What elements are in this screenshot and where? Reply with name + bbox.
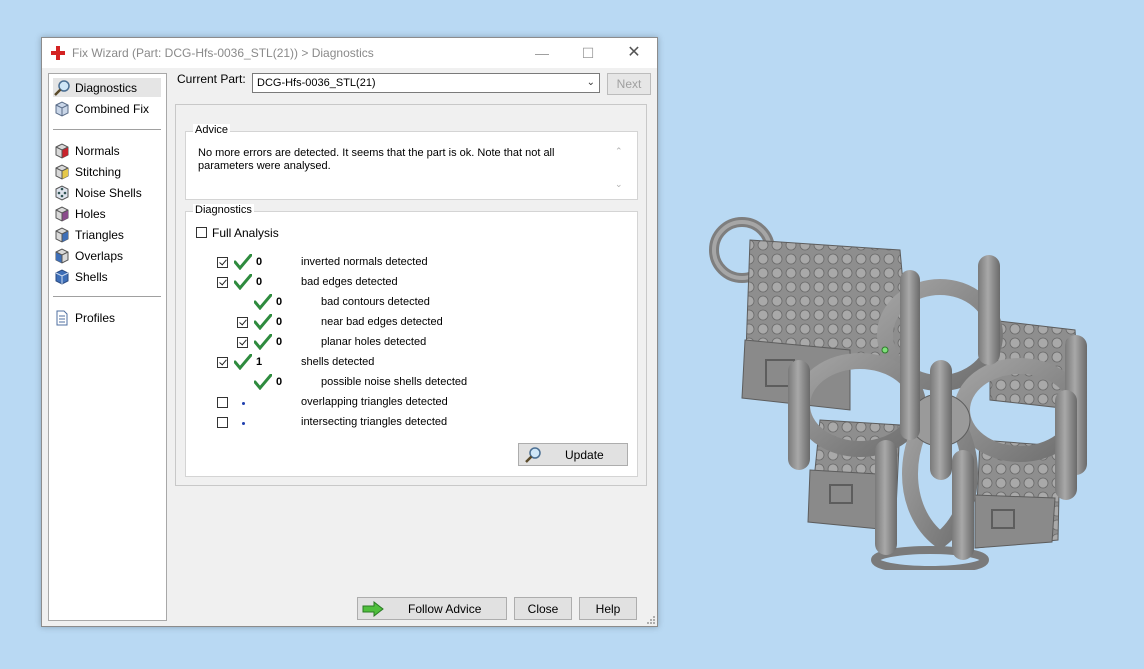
noise-shells-count: 0 <box>276 376 283 388</box>
resize-grip-icon[interactable] <box>646 615 656 625</box>
green-check-icon <box>234 354 252 370</box>
document-icon <box>56 310 68 325</box>
nav-label-combined-fix: Combined Fix <box>75 101 150 116</box>
help-button[interactable]: Help <box>579 597 637 620</box>
green-check-icon <box>234 274 252 290</box>
bad-edges-count: 0 <box>256 276 263 288</box>
red-cross-icon <box>51 46 65 60</box>
current-part-value: DCG-Hfs-0036_STL(21) <box>257 77 376 89</box>
overlapping-triangles-label: overlapping triangles detected <box>301 396 448 408</box>
full-analysis-checkbox[interactable] <box>196 227 207 238</box>
nav-label-triangles: Triangles <box>75 227 124 242</box>
not-analysed-dot-icon <box>242 422 245 425</box>
shells-label: shells detected <box>301 356 375 368</box>
advice-group-label: Advice <box>193 124 231 136</box>
planar-holes-label: planar holes detected <box>321 336 427 348</box>
scroll-down-icon[interactable]: ⌄ <box>615 179 623 190</box>
cube-red-icon <box>55 142 69 159</box>
near-bad-edges-count: 0 <box>276 316 283 328</box>
follow-advice-label: Follow Advice <box>408 601 482 616</box>
update-label: Update <box>565 447 604 462</box>
nav-label-noise-shells: Noise Shells <box>75 185 142 200</box>
green-check-icon <box>254 314 272 330</box>
window-title: Fix Wizard (Part: DCG-Hfs-0036_STL(21)) … <box>72 46 374 60</box>
nav-item-diagnostics[interactable]: Diagnostics <box>53 78 161 97</box>
minimize-button[interactable]: — <box>519 38 565 68</box>
diagnostics-group-label: Diagnostics <box>193 204 254 216</box>
current-part-select[interactable]: DCG-Hfs-0036_STL(21) ⌄ <box>252 73 600 93</box>
shells-count: 1 <box>256 356 263 368</box>
cube-icon <box>55 100 69 117</box>
wizard-nav-panel: Diagnostics Combined Fix Normals Stitchi… <box>48 73 167 621</box>
advice-scrollbar[interactable]: ⌃ ⌄ <box>615 146 627 190</box>
green-check-icon <box>254 334 272 350</box>
follow-advice-button[interactable]: Follow Advice <box>357 597 507 620</box>
advice-group: Advice No more errors are detected. It s… <box>185 124 638 200</box>
magnifier-icon <box>525 446 541 463</box>
green-check-icon <box>254 294 272 310</box>
nav-separator <box>53 129 161 130</box>
update-button[interactable]: Update <box>518 443 628 466</box>
planar-holes-count: 0 <box>276 336 283 348</box>
scroll-up-icon[interactable]: ⌃ <box>615 146 623 157</box>
near-bad-edges-label: near bad edges detected <box>321 316 443 328</box>
full-analysis-label: Full Analysis <box>212 226 279 240</box>
cube-blue-icon <box>55 247 69 264</box>
noise-shells-label: possible noise shells detected <box>321 376 468 388</box>
intersecting-triangles-checkbox[interactable] <box>217 417 228 428</box>
green-check-icon <box>234 254 252 270</box>
nav-item-stitching[interactable]: Stitching <box>53 162 161 181</box>
fix-wizard-window: Fix Wizard (Part: DCG-Hfs-0036_STL(21)) … <box>41 37 658 627</box>
cube-purple-icon <box>55 205 69 222</box>
nav-label-holes: Holes <box>75 206 106 221</box>
magnifier-icon <box>54 79 70 96</box>
advice-text: No more errors are detected. It seems th… <box>198 147 555 172</box>
cube-blue-icon <box>55 268 69 285</box>
nav-item-overlaps[interactable]: Overlaps <box>53 246 161 265</box>
bad-contours-label: bad contours detected <box>321 296 430 308</box>
bad-contours-count: 0 <box>276 296 283 308</box>
chevron-down-icon: ⌄ <box>586 77 595 88</box>
nav-item-holes[interactable]: Holes <box>53 204 161 223</box>
close-window-button[interactable]: ✕ <box>611 38 657 68</box>
cube-dots-icon <box>55 184 69 201</box>
nav-label-shells: Shells <box>75 269 108 284</box>
nav-label-profiles: Profiles <box>75 310 116 325</box>
inverted-normals-checkbox[interactable] <box>217 257 228 268</box>
planar-holes-checkbox[interactable] <box>237 337 248 348</box>
current-part-label: Current Part: <box>177 72 246 86</box>
title-bar: Fix Wizard (Part: DCG-Hfs-0036_STL(21)) … <box>42 38 657 68</box>
nav-item-shells[interactable]: Shells <box>53 267 161 286</box>
green-check-icon <box>254 374 272 390</box>
cube-yellow-icon <box>55 163 69 180</box>
not-analysed-dot-icon <box>242 402 245 405</box>
cube-blue-icon <box>55 226 69 243</box>
inverted-normals-count: 0 <box>256 256 263 268</box>
intersecting-triangles-label: intersecting triangles detected <box>301 416 448 428</box>
near-bad-edges-checkbox[interactable] <box>237 317 248 328</box>
nav-item-combined-fix[interactable]: Combined Fix <box>53 99 161 118</box>
close-button[interactable]: Close <box>514 597 572 620</box>
nav-item-triangles[interactable]: Triangles <box>53 225 161 244</box>
nav-label-diagnostics: Diagnostics <box>75 80 138 95</box>
green-arrow-right-icon <box>362 600 384 617</box>
nav-separator <box>53 296 161 297</box>
diagnostics-panel: Advice No more errors are detected. It s… <box>175 104 647 486</box>
maximize-button[interactable]: ☐ <box>565 38 611 68</box>
bad-edges-checkbox[interactable] <box>217 277 228 288</box>
nav-label-normals: Normals <box>75 143 120 158</box>
nav-label-stitching: Stitching <box>75 164 122 179</box>
shells-checkbox[interactable] <box>217 357 228 368</box>
bad-edges-label: bad edges detected <box>301 276 398 288</box>
nav-item-noise-shells[interactable]: Noise Shells <box>53 183 161 202</box>
next-button[interactable]: Next <box>607 73 651 95</box>
overlapping-triangles-checkbox[interactable] <box>217 397 228 408</box>
inverted-normals-label: inverted normals detected <box>301 256 428 268</box>
part-3d-model[interactable] <box>700 210 1100 570</box>
nav-label-overlaps: Overlaps <box>75 248 124 263</box>
nav-item-profiles[interactable]: Profiles <box>53 308 161 327</box>
nav-item-normals[interactable]: Normals <box>53 141 161 160</box>
diagnostics-group: Diagnostics Full Analysis 0 inverted nor… <box>185 204 638 477</box>
